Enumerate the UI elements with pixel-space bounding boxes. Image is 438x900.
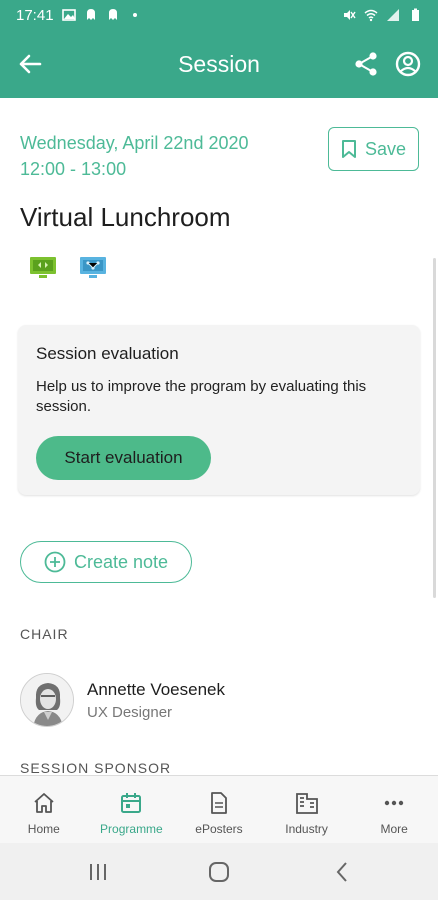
status-time: 17:41: [16, 6, 54, 24]
chair-section-label: CHAIR: [20, 626, 69, 642]
sponsor-section-label: SESSION SPONSOR: [20, 760, 172, 775]
create-note-button[interactable]: Create note: [20, 541, 192, 583]
network-screen-icon: [80, 257, 106, 278]
start-evaluation-button[interactable]: Start evaluation: [36, 436, 211, 480]
session-date: Wednesday, April 22nd 2020: [20, 133, 249, 153]
bottom-navigation: Home Programme ePosters Industry More: [0, 775, 438, 843]
scrollbar[interactable]: [433, 258, 436, 598]
chair-name: Annette Voesenek: [87, 680, 226, 699]
dot-icon: [132, 13, 137, 17]
nav-label-more: More: [380, 822, 408, 836]
recent-apps-icon[interactable]: [87, 861, 109, 883]
battery-icon: [412, 8, 419, 21]
calendar-icon: [121, 793, 142, 813]
nav-item-home[interactable]: Home: [0, 776, 88, 843]
share-icon[interactable]: [352, 50, 380, 78]
session-evaluation-card: Session evaluation Help us to improve th…: [18, 325, 420, 495]
arrow-left-icon[interactable]: [16, 50, 44, 78]
avatar: [20, 673, 74, 727]
signal-icon: [387, 9, 399, 21]
person-avatar-icon: [21, 674, 73, 726]
nav-item-industry[interactable]: Industry: [263, 776, 351, 843]
chair-person[interactable]: Annette Voesenek UX Designer: [20, 673, 420, 729]
nav-item-more[interactable]: More: [350, 776, 438, 843]
session-content[interactable]: Wednesday, April 22nd 2020 12:00 - 13:00…: [0, 98, 438, 775]
building-icon: [295, 793, 318, 814]
evaluation-title: Session evaluation: [36, 344, 179, 363]
evaluation-text: Help us to improve the program by evalua…: [36, 378, 367, 415]
nav-label-home: Home: [27, 822, 60, 836]
account-circle-icon[interactable]: [394, 50, 422, 78]
wifi-icon: [364, 9, 378, 22]
nav-label-industry: Industry: [285, 822, 328, 836]
chair-role: UX Designer: [87, 704, 173, 721]
mute-icon: [344, 10, 356, 20]
session-datetime: Wednesday, April 22nd 2020 12:00 - 13:00: [20, 130, 249, 182]
session-time: 12:00 - 13:00: [20, 159, 127, 179]
bookmark-icon: [341, 140, 356, 158]
nav-label-eposters: ePosters: [195, 822, 243, 836]
status-bar: 17:41: [0, 0, 438, 30]
add-circle-icon: [44, 551, 66, 573]
app-bar: Session: [0, 30, 438, 98]
save-button[interactable]: Save: [328, 127, 419, 171]
session-title: Virtual Lunchroom: [20, 202, 231, 232]
virtual-screen-icon: [30, 257, 56, 278]
back-button-icon[interactable]: [332, 861, 354, 883]
home-icon: [34, 793, 54, 813]
gallery-icon: [61, 9, 76, 21]
create-note-label: Create note: [73, 551, 169, 572]
document-icon: [211, 792, 227, 814]
system-navigation-bar: [0, 843, 438, 900]
home-button-icon[interactable]: [208, 861, 230, 883]
notification-icon: [108, 9, 117, 20]
nav-label-programme: Programme: [100, 822, 163, 836]
nav-item-eposters[interactable]: ePosters: [175, 776, 263, 843]
session-badges: [28, 254, 108, 280]
status-left: 17:41: [16, 7, 142, 24]
save-label: Save: [364, 138, 407, 159]
nav-item-programme[interactable]: Programme: [88, 776, 176, 843]
status-right: [342, 8, 422, 22]
more-icon: [384, 800, 404, 806]
notification-icon: [86, 9, 95, 20]
